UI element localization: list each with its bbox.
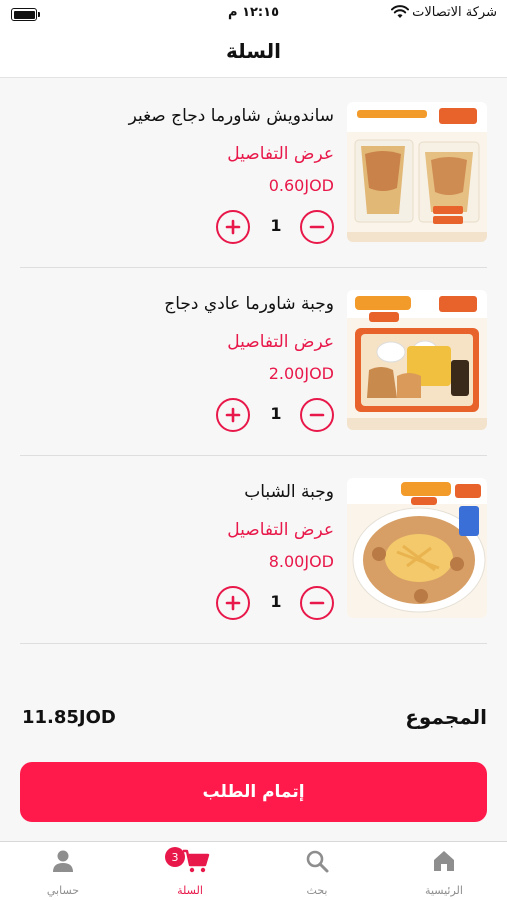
plus-icon (225, 407, 241, 423)
item-quantity: 1 (261, 404, 291, 423)
cart-item: وجبة الشباب عرض التفاصيل 8.00JOD 1 (20, 456, 487, 644)
view-details-link[interactable]: عرض التفاصيل (227, 332, 334, 352)
decrease-quantity-button[interactable] (300, 398, 334, 432)
decrease-quantity-button[interactable] (300, 210, 334, 244)
total-row: المجموع 11.85JOD (22, 705, 487, 735)
view-details-link[interactable]: عرض التفاصيل (227, 520, 334, 540)
cart-list: ساندويش شاورما دجاج صغير عرض التفاصيل 0.… (20, 80, 487, 644)
status-time: ١٢:١٥ م (0, 5, 507, 20)
plus-icon (225, 595, 241, 611)
person-icon (50, 848, 76, 878)
tab-home[interactable]: الرئيسية (381, 842, 507, 900)
cart-count-badge: 3 (165, 847, 185, 867)
item-price: 0.60JOD (269, 176, 334, 195)
tab-label: حسابي (0, 884, 126, 897)
item-price: 2.00JOD (269, 364, 334, 383)
app-header: السلة (0, 30, 507, 78)
product-image[interactable] (347, 290, 487, 430)
item-price: 8.00JOD (269, 552, 334, 571)
home-icon (431, 848, 457, 878)
item-name: ساندويش شاورما دجاج صغير (129, 106, 334, 126)
battery-icon (11, 8, 37, 21)
total-label: المجموع (405, 705, 487, 729)
item-quantity: 1 (261, 216, 291, 235)
product-image[interactable] (347, 102, 487, 242)
total-value: 11.85JOD (22, 707, 116, 728)
item-quantity: 1 (261, 592, 291, 611)
cart-icon (182, 848, 210, 878)
plus-icon (225, 219, 241, 235)
cart-item: ساندويش شاورما دجاج صغير عرض التفاصيل 0.… (20, 80, 487, 268)
tab-cart[interactable]: 3 السلة (127, 842, 253, 900)
product-image[interactable] (347, 478, 487, 618)
page-title: السلة (0, 39, 507, 63)
cart-item: وجبة شاورما عادي دجاج عرض التفاصيل 2.00J… (20, 268, 487, 456)
search-icon (304, 848, 330, 878)
minus-icon (309, 407, 325, 423)
minus-icon (309, 595, 325, 611)
tab-bar: الرئيسية بحث 3 السلة حسابي (0, 841, 507, 900)
item-name: وجبة شاورما عادي دجاج (164, 294, 334, 314)
checkout-button[interactable]: إتمام الطلب (20, 762, 487, 822)
tab-search[interactable]: بحث (254, 842, 380, 900)
view-details-link[interactable]: عرض التفاصيل (227, 144, 334, 164)
status-bar: شركة الاتصالات ١٢:١٥ م (0, 0, 507, 30)
tab-label: بحث (254, 884, 380, 897)
tab-account[interactable]: حسابي (0, 842, 126, 900)
item-name: وجبة الشباب (244, 482, 334, 502)
minus-icon (309, 219, 325, 235)
increase-quantity-button[interactable] (216, 210, 250, 244)
tab-label: الرئيسية (381, 884, 507, 897)
increase-quantity-button[interactable] (216, 586, 250, 620)
decrease-quantity-button[interactable] (300, 586, 334, 620)
increase-quantity-button[interactable] (216, 398, 250, 432)
tab-label: السلة (127, 884, 253, 897)
